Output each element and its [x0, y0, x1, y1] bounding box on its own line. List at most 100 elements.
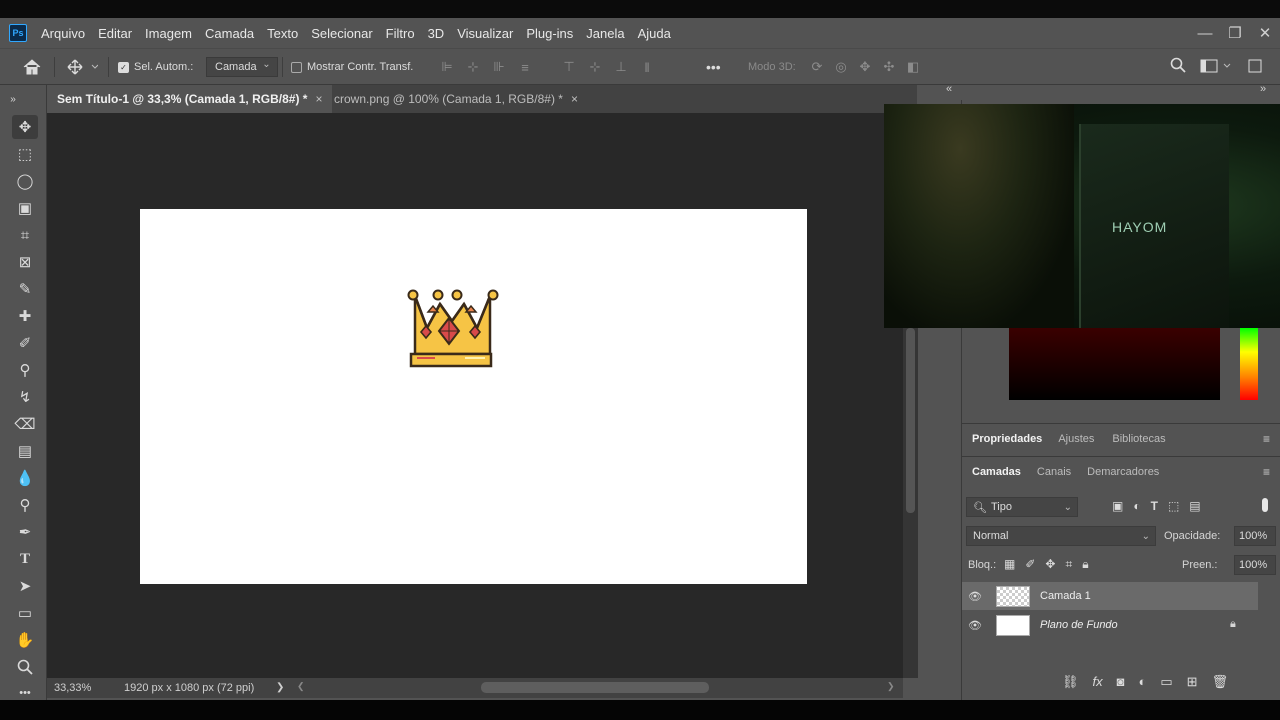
lock-image-icon[interactable]: ✐	[1025, 557, 1035, 572]
crown-image[interactable]	[405, 286, 500, 376]
scroll-right-icon[interactable]: ❯	[887, 681, 895, 692]
menu-selecionar[interactable]: Selecionar	[311, 26, 372, 41]
lock-all-icon[interactable]: 🔒︎	[1082, 557, 1088, 572]
layer-row[interactable]: 👁︎ Plano de Fundo 🔒︎	[962, 611, 1258, 639]
document-canvas[interactable]	[140, 209, 807, 584]
menu-3d[interactable]: 3D	[428, 26, 445, 41]
fill-field[interactable]: 100%	[1234, 555, 1276, 575]
expand-toolbar-icon[interactable]: »	[6, 87, 20, 111]
delete-layer-icon[interactable]: 🗑︎	[1212, 674, 1229, 690]
new-layer-icon[interactable]: ⊞	[1187, 674, 1198, 690]
close-tab-icon[interactable]: ×	[315, 92, 322, 106]
gradient-tool-icon[interactable]: ▤	[12, 439, 38, 463]
expand-panels-icon[interactable]: »	[1260, 83, 1266, 95]
menu-imagem[interactable]: Imagem	[145, 26, 192, 41]
zoom-level[interactable]: 33,33%	[54, 682, 91, 694]
show-transform-checkbox[interactable]: Mostrar Contr. Transf.	[291, 49, 413, 85]
menu-arquivo[interactable]: Arquivo	[41, 26, 85, 41]
link-layers-icon[interactable]: ⛓	[1062, 674, 1079, 690]
minimize-button[interactable]: —	[1190, 18, 1220, 48]
tab-demarcadores[interactable]: Demarcadores	[1087, 466, 1159, 478]
hand-tool-icon[interactable]: ✋	[12, 628, 38, 652]
type-tool-icon[interactable]: T	[12, 547, 38, 571]
scrollbar-thumb[interactable]	[481, 682, 709, 693]
smart-object-filter-icon[interactable]: ▤	[1189, 499, 1200, 513]
workspace-icon[interactable]	[1200, 59, 1234, 76]
lock-transparent-icon[interactable]: ▦	[1004, 557, 1015, 572]
menu-camada[interactable]: Camada	[205, 26, 254, 41]
crop-tool-icon[interactable]: ⌗	[12, 223, 38, 247]
tab-propriedades[interactable]: Propriedades	[972, 433, 1042, 445]
color-field[interactable]	[1009, 328, 1220, 400]
clone-stamp-tool-icon[interactable]: ⚲	[12, 358, 38, 382]
status-menu-arrow-icon[interactable]: ❯	[276, 682, 284, 693]
rectangle-tool-icon[interactable]: ▭	[12, 601, 38, 625]
align-left-icon[interactable]: ⊫	[440, 59, 454, 74]
auto-select-target-dropdown[interactable]: Camada	[206, 49, 278, 85]
restore-button[interactable]: ❐	[1220, 18, 1250, 48]
tab-ajustes[interactable]: Ajustes	[1058, 433, 1094, 445]
history-brush-tool-icon[interactable]: ↯	[12, 385, 38, 409]
zoom-tool-icon[interactable]	[12, 655, 38, 679]
scroll-left-icon[interactable]: ❮	[297, 681, 305, 692]
auto-select-checkbox[interactable]: ✓ Sel. Autom.:	[118, 49, 193, 85]
3d-orbit-icon[interactable]: ⟳	[810, 59, 824, 74]
search-icon[interactable]	[1170, 57, 1186, 78]
menu-editar[interactable]: Editar	[98, 26, 132, 41]
adjustment-layer-icon[interactable]: ◐	[1139, 674, 1147, 690]
type-filter-icon[interactable]: T	[1151, 499, 1158, 513]
menu-janela[interactable]: Janela	[586, 26, 624, 41]
3d-pan-icon[interactable]: ✥	[858, 59, 872, 74]
opacity-field[interactable]: 100%	[1234, 526, 1276, 546]
layer-filter-dropdown[interactable]: 🔍︎ Tipo ⌄	[966, 497, 1078, 517]
new-group-icon[interactable]: ▭	[1160, 674, 1172, 690]
distribute-vertical-icon[interactable]: ‖	[640, 60, 654, 75]
panel-menu-icon[interactable]: ≡	[1263, 465, 1270, 479]
menu-visualizar[interactable]: Visualizar	[457, 26, 513, 41]
marquee-tool-icon[interactable]: ⬚	[12, 142, 38, 166]
3d-slide-icon[interactable]: ✣	[882, 59, 896, 74]
filter-toggle[interactable]	[1262, 498, 1268, 512]
distribute-icon[interactable]: ≡	[518, 60, 532, 75]
align-bottom-icon[interactable]: ⊥	[614, 59, 628, 74]
adjustment-filter-icon[interactable]: ◐	[1133, 499, 1140, 513]
canvas-area[interactable]	[47, 113, 903, 678]
panel-menu-icon[interactable]: ≡	[1263, 432, 1270, 446]
object-select-tool-icon[interactable]: ▣	[12, 196, 38, 220]
blend-mode-dropdown[interactable]: Normal ⌄	[966, 526, 1156, 546]
visibility-eye-icon[interactable]: 👁︎	[962, 619, 988, 632]
lock-position-icon[interactable]: ✥	[1045, 557, 1055, 572]
3d-scale-icon[interactable]: ◧	[906, 59, 920, 74]
tab-bibliotecas[interactable]: Bibliotecas	[1112, 433, 1165, 445]
scrollbar-thumb[interactable]	[906, 328, 915, 513]
share-icon[interactable]	[1248, 59, 1262, 76]
layer-style-fx-icon[interactable]: fx	[1093, 674, 1103, 690]
frame-tool-icon[interactable]: ⊠	[12, 250, 38, 274]
tab-sem-titulo[interactable]: Sem Título-1 @ 33,3% (Camada 1, RGB/8#) …	[47, 85, 333, 113]
horizontal-scrollbar[interactable]: ❮ ❯	[297, 681, 897, 693]
menu-ajuda[interactable]: Ajuda	[638, 26, 671, 41]
align-hcenter-icon[interactable]: ⊹	[466, 59, 480, 74]
dodge-tool-icon[interactable]: ⚲	[12, 493, 38, 517]
tab-crown-png[interactable]: crown.png @ 100% (Camada 1, RGB/8#) * ×	[324, 85, 588, 113]
visibility-eye-icon[interactable]: 👁︎	[962, 590, 988, 603]
move-tool-preset-icon[interactable]	[66, 49, 98, 85]
healing-brush-tool-icon[interactable]: ✚	[12, 304, 38, 328]
align-right-icon[interactable]: ⊪	[492, 59, 506, 74]
menu-plugins[interactable]: Plug-ins	[526, 26, 573, 41]
menu-texto[interactable]: Texto	[267, 26, 298, 41]
shape-filter-icon[interactable]: ⬚	[1168, 499, 1179, 513]
align-vcenter-icon[interactable]: ⊹	[588, 59, 602, 74]
menu-filtro[interactable]: Filtro	[386, 26, 415, 41]
hue-slider[interactable]	[1240, 328, 1258, 400]
eyedropper-tool-icon[interactable]: ✎	[12, 277, 38, 301]
path-selection-tool-icon[interactable]: ➤	[12, 574, 38, 598]
move-tool-icon[interactable]: ✥	[12, 115, 38, 139]
close-tab-icon[interactable]: ×	[571, 92, 578, 106]
pen-tool-icon[interactable]: ✒	[12, 520, 38, 544]
lasso-tool-icon[interactable]: ◯	[12, 169, 38, 193]
lock-artboard-icon[interactable]: ⌗	[1065, 557, 1072, 572]
brush-tool-icon[interactable]: ✐	[12, 331, 38, 355]
pixel-filter-icon[interactable]: ▣	[1112, 499, 1123, 513]
eraser-tool-icon[interactable]: ⌫	[12, 412, 38, 436]
